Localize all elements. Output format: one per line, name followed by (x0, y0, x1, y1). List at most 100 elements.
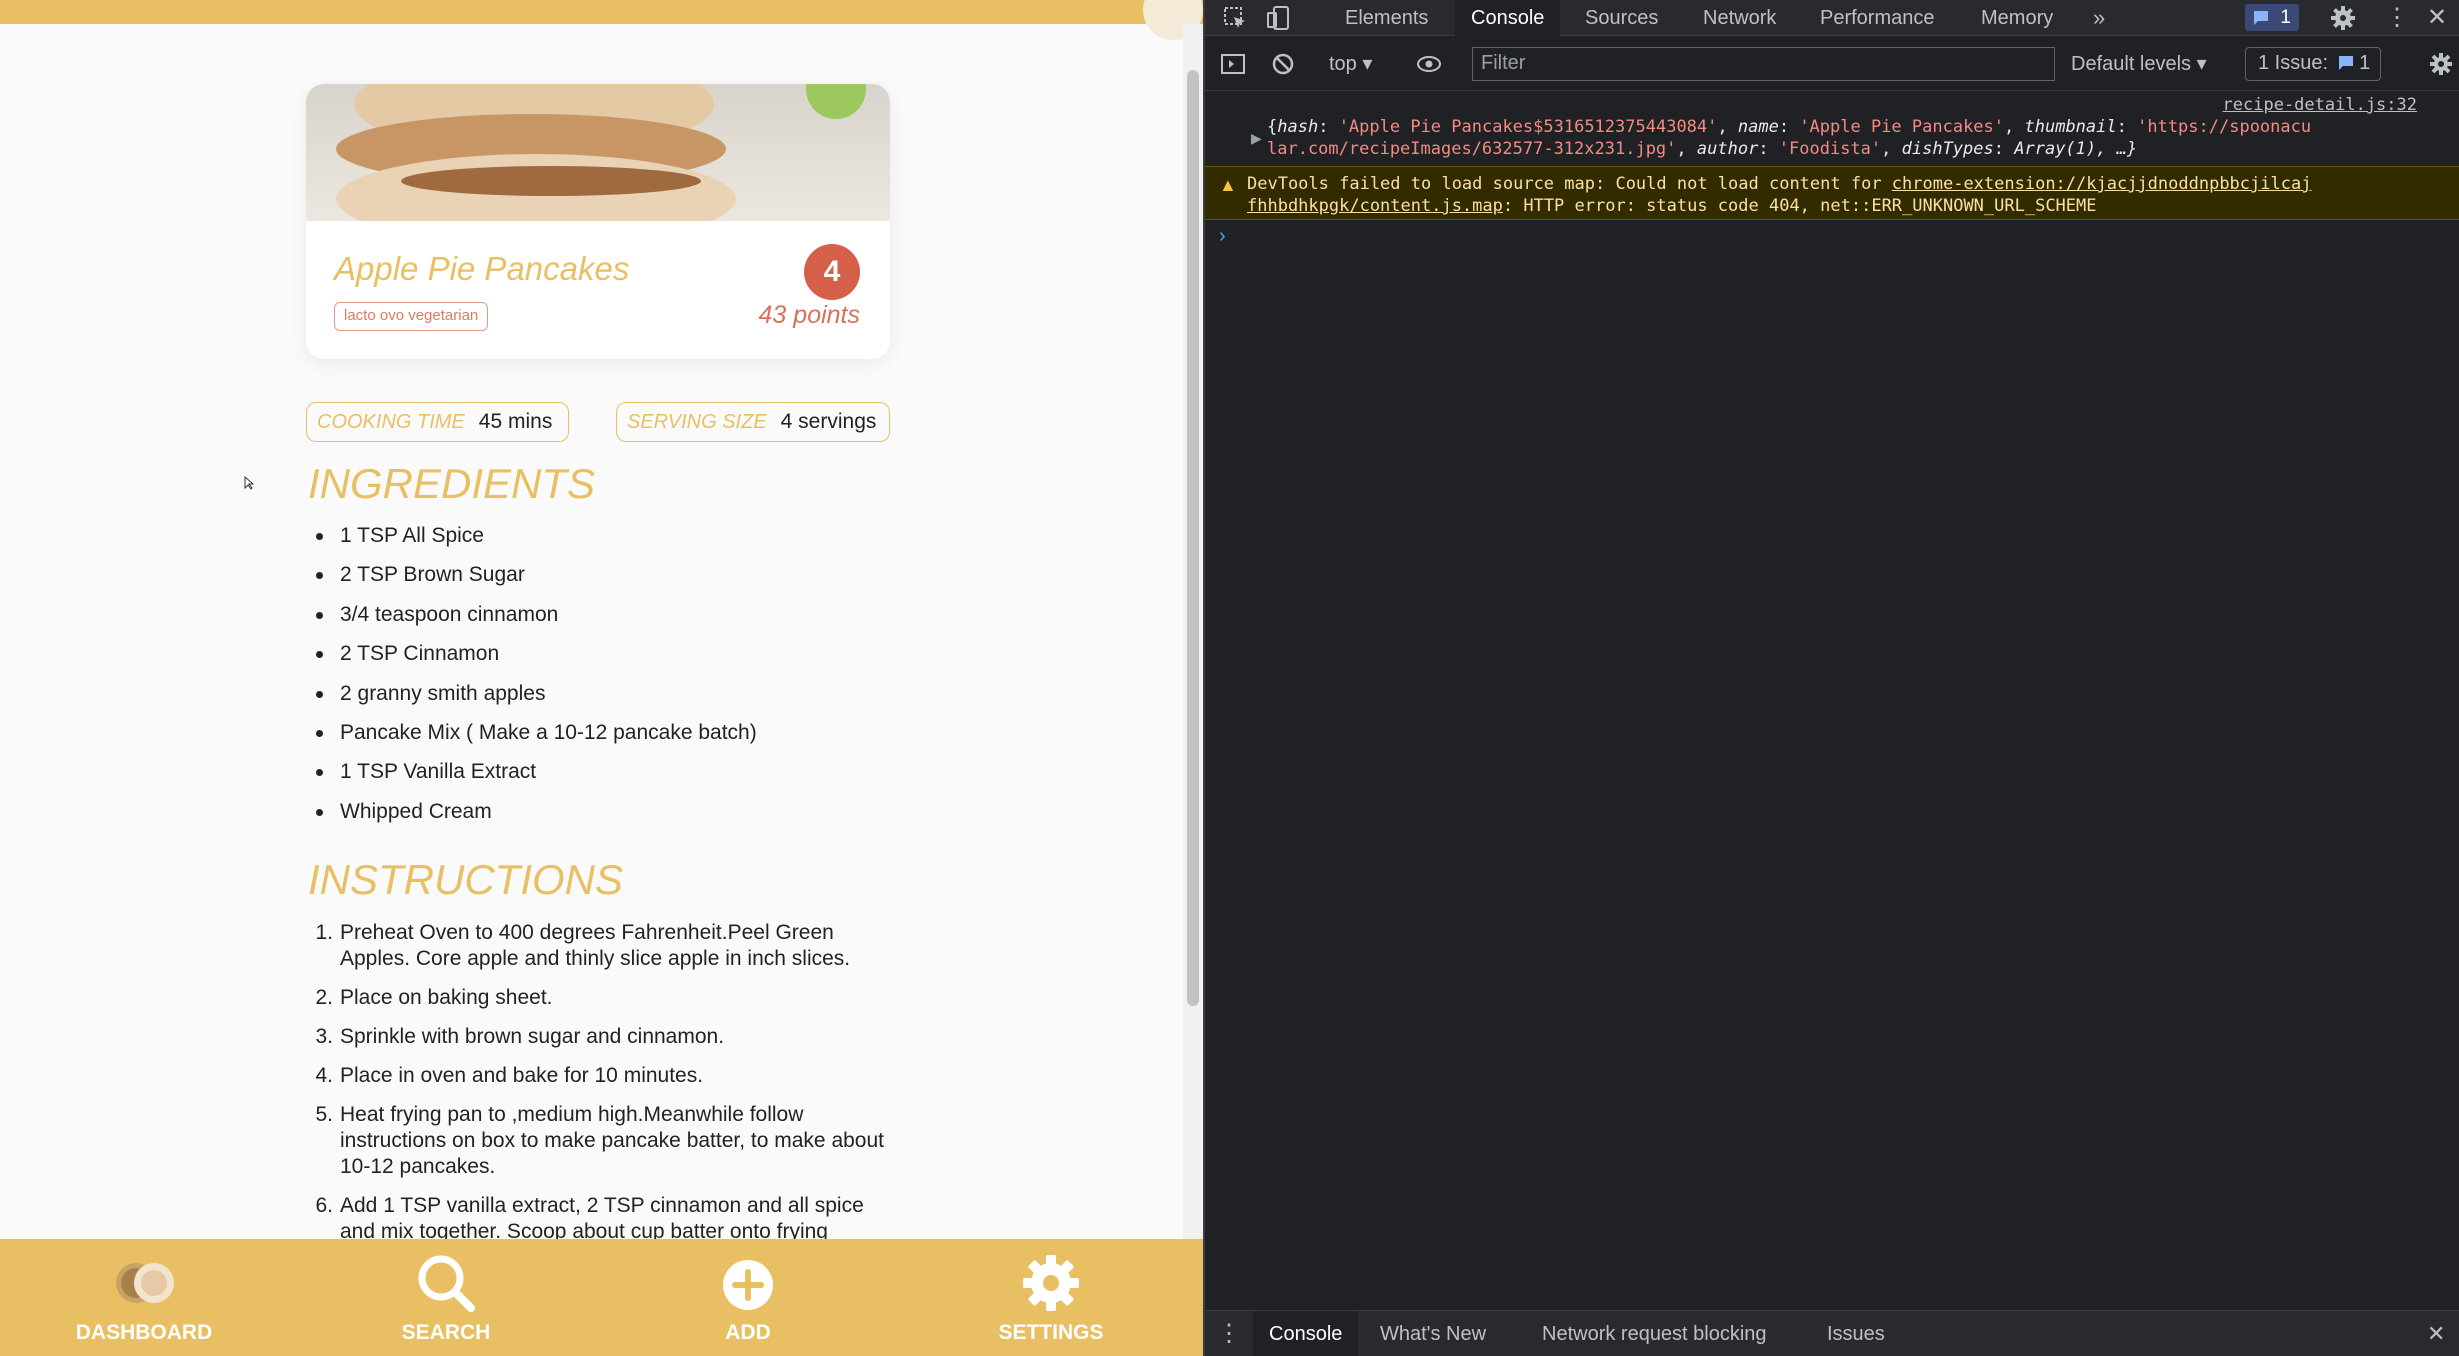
warning-message: DevTools failed to load source map: Coul… (1247, 173, 2437, 217)
step-number: 4. (315, 1064, 333, 1087)
recipe-app: Apple Pie Pancakes lacto ovo vegetarian … (0, 0, 1203, 1356)
gear-icon (1023, 1255, 1079, 1311)
expand-object-triangle-icon[interactable]: ▶ (1251, 130, 1262, 147)
device-toolbar-icon[interactable] (1265, 4, 1293, 32)
ingredients-list: 1 TSP All Spice 2 TSP Brown Sugar 3/4 te… (316, 522, 757, 837)
live-expression-eye-icon[interactable] (1415, 50, 1443, 78)
rank-badge: 4 (804, 244, 860, 300)
log-string: 'Apple Pie Pancakes$5316512375443084' (1338, 117, 1718, 137)
sidebar-toggle-icon[interactable] (1219, 50, 1247, 78)
serving-size-label: SERVING SIZE (627, 410, 767, 433)
messages-count: 1 (2280, 7, 2291, 28)
instruction-step: 1. Preheat Oven to 400 degrees Fahrenheit… (306, 920, 886, 972)
warning-line-1: DevTools failed to load source map: Coul… (1247, 173, 2437, 195)
log-string: 'https://spoonacu (2137, 117, 2312, 137)
nav-dashboard-button[interactable]: DASHBOARD (34, 1239, 254, 1356)
warning-text: : HTTP error: status code 404, net::ERR_… (1502, 196, 2097, 216)
tab-console[interactable]: Console (1455, 0, 1561, 36)
log-levels-value: Default levels (2071, 53, 2192, 75)
serving-size-pill: SERVING SIZE 4 servings (616, 402, 890, 442)
tab-elements[interactable]: Elements (1345, 0, 1428, 36)
nav-search-button[interactable]: SEARCH (336, 1239, 556, 1356)
log-source-link[interactable]: recipe-detail.js:32 (2223, 95, 2417, 115)
ingredient-item: 1 TSP All Spice (316, 522, 757, 561)
ingredient-item: Pancake Mix ( Make a 10-12 pancake batch… (316, 719, 757, 758)
bottom-navigation: DASHBOARD SEARCH ADD SETTINGS (0, 1239, 1203, 1356)
issue-message-icon (2338, 56, 2353, 70)
devtools-drawer: ⋮ Console What's New Network request blo… (1205, 1310, 2459, 1356)
diet-tag[interactable]: lacto ovo vegetarian (334, 302, 489, 331)
step-text: Preheat Oven to 400 degrees Fahrenheit.P… (340, 921, 851, 970)
log-key: hash (1277, 117, 1319, 137)
recipe-photo (306, 84, 890, 221)
inspect-element-icon[interactable] (1221, 4, 1249, 32)
console-settings-gear-icon[interactable] (2427, 50, 2455, 78)
ingredients-heading: INGREDIENTS (308, 460, 596, 507)
nav-settings-label: SETTINGS (998, 1321, 1104, 1344)
instructions-heading: INSTRUCTIONS (308, 856, 623, 903)
instruction-step: 5. Heat frying pan to ,medium high.Meanwh… (306, 1102, 886, 1180)
drawer-tab-network-request-blocking[interactable]: Network request blocking (1542, 1311, 1767, 1356)
issues-label: 1 Issue: (2258, 52, 2329, 74)
ingredient-item: 3/4 teaspoon cinnamon (316, 601, 757, 640)
tab-memory[interactable]: Memory (1981, 0, 2053, 36)
warning-icon: ▲ (1219, 175, 1237, 195)
tab-performance[interactable]: Performance (1820, 0, 1935, 36)
warning-text: DevTools failed to load source map: Coul… (1247, 174, 1892, 194)
context-value: top (1329, 53, 1357, 75)
settings-gear-icon[interactable] (2329, 4, 2357, 32)
step-text: Add 1 TSP vanilla extract, 2 TSP cinnamo… (340, 1194, 864, 1243)
dashboard-icon (116, 1263, 174, 1303)
nav-settings-button[interactable]: SETTINGS (941, 1239, 1161, 1356)
drawer-menu-icon[interactable]: ⋮ (1217, 1311, 1241, 1356)
more-tabs-chevron-icon[interactable]: » (2093, 0, 2105, 36)
console-toolbar: top ▾ Filter Default levels ▾ 1 Issue: 1 (1205, 37, 2459, 91)
ingredient-item: Whipped Cream (316, 798, 757, 837)
nav-dashboard-label: DASHBOARD (75, 1321, 213, 1344)
console-prompt[interactable]: › (1219, 225, 1226, 248)
more-options-icon[interactable]: ⋮ (2385, 0, 2409, 36)
context-selector[interactable]: top ▾ (1329, 51, 1372, 76)
nav-search-label: SEARCH (401, 1321, 491, 1344)
search-icon (418, 1255, 475, 1312)
step-text: Place in oven and bake for 10 minutes. (340, 1064, 704, 1087)
tab-network[interactable]: Network (1703, 0, 1776, 36)
devtools-tab-bar: Elements Console Sources Network Perform… (1205, 0, 2459, 36)
instruction-step: 6. Add 1 TSP vanilla extract, 2 TSP cinna… (306, 1193, 886, 1245)
log-key: dishTypes (1901, 139, 1994, 159)
issues-button[interactable]: 1 Issue: 1 (2245, 47, 2381, 81)
step-number: 1. (315, 921, 333, 944)
warning-link[interactable]: fhhbdhkpgk/content.js.map (1247, 196, 1503, 216)
close-drawer-icon[interactable]: ✕ (2427, 1311, 2445, 1356)
tab-sources[interactable]: Sources (1585, 0, 1658, 36)
step-number: 3. (315, 1025, 333, 1048)
cooking-time-value: 45 mins (478, 410, 553, 433)
ingredient-item: 2 granny smith apples (316, 680, 757, 719)
warning-line-2: fhhbdhkpgk/content.js.map: HTTP error: s… (1247, 195, 2437, 217)
drawer-tab-issues[interactable]: Issues (1827, 1311, 1885, 1356)
step-number: 5. (315, 1103, 333, 1126)
recipe-points: 43 points (758, 301, 860, 329)
drawer-tab-whats-new[interactable]: What's New (1380, 1311, 1486, 1356)
console-filter-input[interactable]: Filter (1472, 47, 2055, 81)
log-key: name (1737, 117, 1779, 137)
clear-console-icon[interactable] (1269, 50, 1297, 78)
serving-size-value: 4 servings (780, 410, 877, 433)
messages-badge[interactable]: 1 (2245, 4, 2299, 31)
instruction-step: 2. Place on baking sheet. (306, 985, 886, 1011)
page-scrollbar-thumb[interactable] (1187, 70, 1199, 1006)
ingredient-item: 2 TSP Cinnamon (316, 640, 757, 679)
console-warning-row: ▲ DevTools failed to load source map: Co… (1205, 166, 2459, 220)
devtools-panel: Elements Console Sources Network Perform… (1203, 0, 2459, 1356)
warning-link[interactable]: chrome-extension://kjacjjdnoddnpbbcjilca… (1892, 174, 2312, 194)
log-levels-dropdown[interactable]: Default levels ▾ (2071, 51, 2207, 76)
recipe-title: Apple Pie Pancakes (334, 250, 630, 287)
top-header-strip (0, 0, 1203, 40)
step-number: 2. (315, 986, 333, 1009)
drawer-tab-console[interactable]: Console (1253, 1311, 1359, 1356)
nav-add-button[interactable]: ADD (638, 1239, 858, 1356)
log-string: lar.com/recipeImages/632577-312x231.jpg' (1267, 139, 1677, 159)
close-devtools-icon[interactable]: ✕ (2427, 0, 2447, 36)
console-log-object[interactable]: {hash: 'Apple Pie Pancakes$5316512375443… (1267, 116, 2437, 160)
log-string: 'Foodista' (1778, 139, 1882, 159)
